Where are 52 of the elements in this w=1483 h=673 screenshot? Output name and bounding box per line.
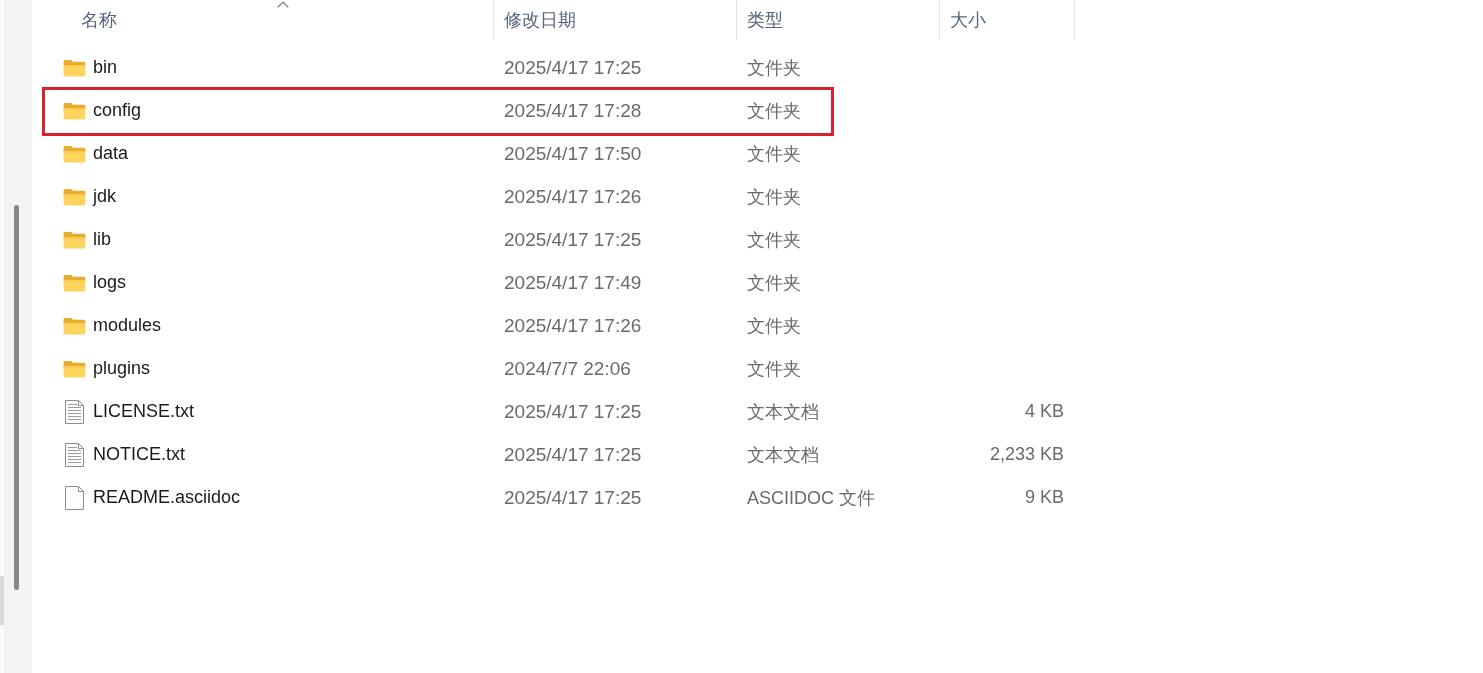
blank-file-icon	[65, 485, 84, 510]
modified-date: 2025/4/17 17:25	[504, 443, 642, 466]
folder-icon	[63, 58, 86, 77]
file-size: 2,233 KB	[989, 444, 1064, 465]
file-type: 文件夹	[747, 99, 801, 123]
folder-icon	[63, 316, 86, 335]
file-type: 文件夹	[747, 357, 801, 381]
folder-icon	[63, 230, 86, 249]
text-document-icon	[65, 399, 84, 424]
modified-date: 2025/4/17 17:50	[504, 142, 642, 165]
file-name[interactable]: LICENSE.txt	[93, 401, 195, 422]
file-type: 文件夹	[747, 56, 801, 80]
modified-date: 2024/7/7 22:06	[504, 357, 631, 380]
file-name[interactable]: logs	[93, 272, 127, 293]
modified-date: 2025/4/17 17:26	[504, 185, 642, 208]
file-name[interactable]: bin	[93, 57, 118, 78]
folder-icon	[63, 359, 86, 378]
folder-icon	[63, 273, 86, 292]
modified-date: 2025/4/17 17:25	[504, 228, 642, 251]
file-type: 文件夹	[747, 271, 801, 295]
modified-date: 2025/4/17 17:25	[504, 486, 642, 509]
file-name[interactable]: lib	[93, 229, 111, 250]
scrollbar-thumb[interactable]	[14, 205, 19, 590]
modified-date: 2025/4/17 17:49	[504, 271, 642, 294]
folder-icon	[63, 144, 86, 163]
modified-date: 2025/4/17 17:25	[504, 56, 642, 79]
file-name[interactable]: modules	[93, 315, 162, 336]
column-header[interactable]: 名称	[32, 0, 494, 40]
file-name[interactable]: README.asciidoc	[93, 487, 241, 508]
modified-date: 2025/4/17 17:25	[504, 400, 642, 423]
file-type: 文件夹	[747, 185, 801, 209]
column-header[interactable]: 修改日期	[494, 0, 737, 40]
modified-date: 2025/4/17 17:26	[504, 314, 642, 337]
file-type: 文本文档	[747, 400, 819, 424]
file-type: ASCIIDOC 文件	[747, 486, 875, 510]
file-type: 文本文档	[747, 443, 819, 467]
file-name[interactable]: NOTICE.txt	[93, 444, 185, 465]
folder-icon	[63, 187, 86, 206]
file-type: 文件夹	[747, 228, 801, 252]
text-document-icon	[65, 442, 84, 467]
file-size: 9 KB	[1024, 487, 1064, 508]
file-name[interactable]: jdk	[93, 186, 116, 207]
column-header[interactable]: 类型	[737, 0, 940, 40]
file-type: 文件夹	[747, 314, 801, 338]
column-header[interactable]: 大小	[940, 0, 1075, 40]
file-name[interactable]: data	[93, 143, 129, 164]
file-name[interactable]: plugins	[93, 358, 151, 379]
file-name[interactable]: config	[93, 100, 142, 121]
modified-date: 2025/4/17 17:28	[504, 99, 642, 122]
folder-icon	[63, 101, 86, 120]
file-size: 4 KB	[1024, 401, 1064, 422]
file-type: 文件夹	[747, 142, 801, 166]
